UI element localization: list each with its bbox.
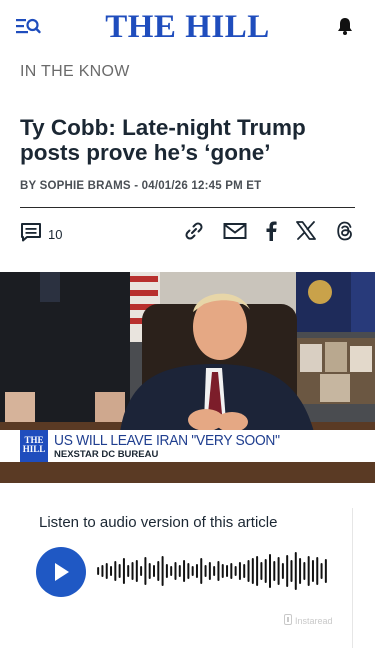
instaread-label: Instaread — [295, 615, 333, 626]
waveform-bar — [260, 562, 263, 580]
desk-photos — [296, 338, 375, 404]
waveform-bar — [204, 565, 207, 577]
waveform-bar — [281, 563, 284, 579]
waveform-bar — [230, 563, 233, 579]
comment-count: 10 — [48, 226, 63, 242]
waveform-bar — [195, 564, 198, 578]
play-icon — [55, 563, 69, 581]
waveform-bar — [161, 556, 164, 586]
comment-icon — [20, 222, 42, 247]
waveform-bar — [191, 566, 194, 576]
waveform-bar — [122, 558, 125, 584]
waveform-bar — [118, 564, 121, 578]
waveform-bar — [234, 566, 237, 576]
chyron-logo: THE HILL — [22, 435, 46, 454]
waveform-bar — [200, 558, 203, 584]
waveform-bar — [226, 565, 229, 577]
waveform-bar — [208, 562, 211, 580]
notification-bell-icon[interactable] — [335, 16, 355, 36]
waveform-bar — [324, 559, 327, 583]
waveform-bar — [316, 557, 319, 585]
section-label[interactable]: IN THE KNOW — [20, 63, 130, 81]
waveform-bar — [221, 564, 224, 578]
waveform-bar — [294, 552, 297, 590]
email-share-button[interactable] — [223, 221, 247, 245]
standing-person — [0, 272, 130, 432]
copy-link-button[interactable] — [183, 221, 205, 245]
chyron-source: NEXSTAR DC BUREAU — [54, 449, 159, 460]
site-logo[interactable]: THE HILL — [0, 9, 375, 45]
waveform-bar — [148, 563, 151, 579]
waveform-bar — [127, 565, 130, 577]
email-icon — [223, 221, 247, 246]
threads-share-button[interactable] — [335, 221, 355, 245]
byline-prefix: BY — [20, 180, 40, 192]
waveform-bar — [290, 560, 293, 582]
byline: BY SOPHIE BRAMS - 04/01/26 12:45 PM ET — [20, 180, 261, 192]
waveform-bar — [178, 565, 181, 577]
waveform-bar — [247, 560, 250, 582]
waveform-bar — [243, 564, 246, 578]
audio-title: Listen to audio version of this article — [39, 514, 278, 531]
waveform-bar — [217, 561, 220, 581]
chyron-headline: US WILL LEAVE IRAN "VERY SOON" — [54, 432, 280, 449]
waveform-bar — [165, 564, 168, 578]
waveform-bar — [256, 556, 259, 586]
waveform-bar — [187, 563, 190, 579]
waveform-bar — [183, 560, 186, 582]
waveform-bar — [286, 555, 289, 587]
facebook-share-button[interactable] — [263, 221, 279, 245]
waveform-bar — [97, 567, 100, 575]
dateline: 04/01/26 12:45 PM ET — [141, 180, 262, 192]
x-icon — [296, 221, 316, 245]
x-share-button[interactable] — [295, 221, 317, 245]
waveform-bar — [135, 560, 138, 582]
article-video[interactable]: THE HILL US WILL LEAVE IRAN "VERY SOON" … — [0, 272, 375, 483]
waveform-bar — [251, 558, 254, 584]
divider — [20, 207, 355, 208]
byline-separator: - — [130, 180, 142, 192]
waveform-bar — [320, 563, 323, 579]
waveform-bar — [140, 566, 143, 576]
waveform-bar — [238, 562, 241, 580]
waveform-bar — [110, 566, 113, 576]
waveform-bar — [311, 560, 314, 582]
waveform-bar — [307, 556, 310, 586]
waveform-bar — [144, 557, 147, 585]
waveform-bar — [114, 561, 117, 581]
link-icon — [183, 220, 205, 247]
instaread-brand[interactable]: Instaread — [284, 614, 333, 627]
instaread-icon — [284, 614, 292, 627]
comments-button[interactable]: 10 — [20, 222, 62, 246]
waveform-bar — [213, 566, 216, 576]
play-button[interactable] — [36, 547, 86, 597]
waveform-bar — [269, 554, 271, 588]
waveform-bar — [101, 565, 104, 577]
waveform-bar — [105, 563, 108, 579]
threads-icon — [336, 221, 354, 246]
waveform-bar — [264, 559, 267, 583]
audio-player-border — [352, 508, 353, 648]
article-headline: Ty Cobb: Late-night Trump posts prove he… — [20, 115, 306, 165]
waveform-bar — [273, 561, 276, 581]
author-link[interactable]: SOPHIE BRAMS — [40, 180, 131, 192]
waveform-bar — [131, 562, 134, 580]
facebook-icon — [265, 221, 277, 246]
waveform-bar — [170, 566, 173, 576]
top-header: THE HILL — [0, 0, 375, 52]
waveform-bar — [277, 557, 280, 585]
waveform-bar — [157, 561, 160, 581]
waveform-bar — [174, 562, 177, 580]
waveform-bar — [299, 558, 302, 584]
waveform-bar — [153, 565, 155, 577]
audio-waveform[interactable] — [96, 550, 328, 592]
waveform-bar — [303, 562, 306, 580]
